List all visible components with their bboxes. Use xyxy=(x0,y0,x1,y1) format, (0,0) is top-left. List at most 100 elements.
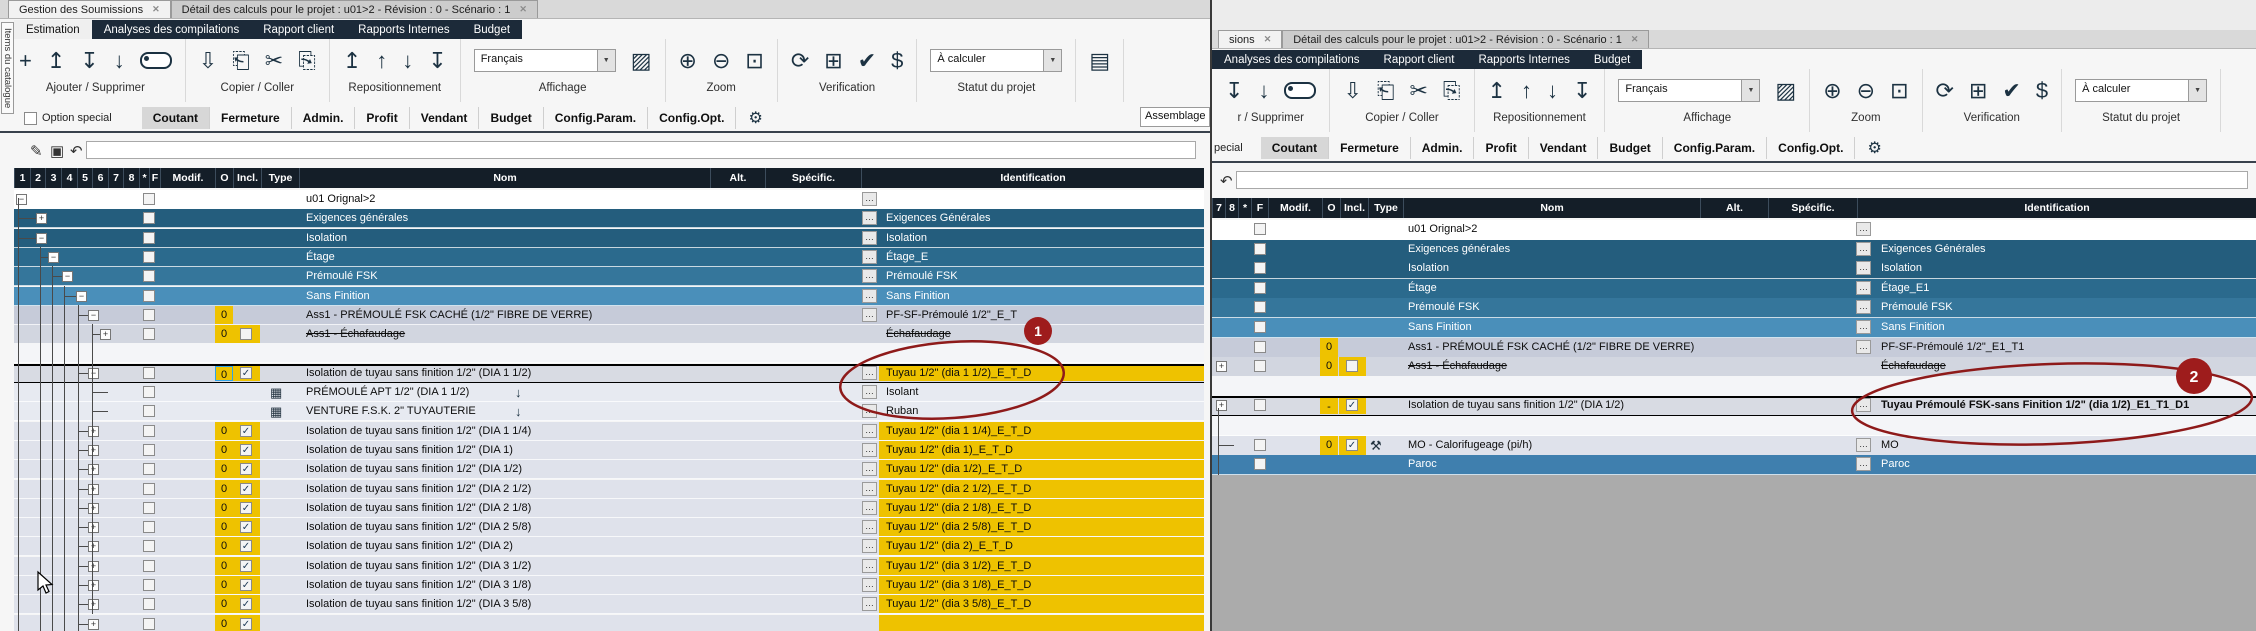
o-value-cell[interactable]: 0 xyxy=(215,480,233,498)
column-header-f[interactable]: F xyxy=(1251,198,1268,218)
dollar-icon[interactable]: $ xyxy=(2036,80,2048,102)
table-row[interactable] xyxy=(14,248,1204,267)
row-checkbox[interactable] xyxy=(1254,360,1266,372)
section-button-admin-[interactable]: Admin. xyxy=(292,107,356,129)
section-button-budget[interactable]: Budget xyxy=(479,107,543,129)
ellipsis-button[interactable]: … xyxy=(862,250,877,264)
table-row[interactable] xyxy=(14,267,1204,286)
row-checkbox[interactable] xyxy=(143,193,155,205)
delete-icon[interactable]: ↓ xyxy=(1258,80,1269,102)
section-button-coutant[interactable]: Coutant xyxy=(1261,137,1329,159)
incl-checkbox[interactable]: ✓ xyxy=(240,540,252,552)
image-icon[interactable]: ▨ xyxy=(1775,80,1796,102)
ellipsis-button[interactable]: … xyxy=(862,578,877,592)
o-value-cell[interactable]: 0 xyxy=(215,595,233,613)
nav-tab-analyses-des-compilations[interactable]: Analyses des compilations xyxy=(1212,50,1372,69)
o-value-cell[interactable]: 0 xyxy=(215,537,233,555)
column-header-5[interactable]: 5 xyxy=(77,168,92,188)
row-checkbox[interactable] xyxy=(1254,282,1266,294)
toggle-icon[interactable] xyxy=(140,52,172,69)
zoom-out-icon[interactable]: ⊖ xyxy=(1857,80,1875,102)
ellipsis-button[interactable]: … xyxy=(862,559,877,573)
section-button-fermeture[interactable]: Fermeture xyxy=(1329,137,1411,159)
incl-checkbox[interactable]: ✓ xyxy=(240,521,252,533)
paste-icon[interactable]: ⎘ xyxy=(298,50,316,72)
close-icon[interactable]: ✕ xyxy=(1264,34,1272,45)
incl-checkbox[interactable]: ✓ xyxy=(1346,439,1358,451)
column-header-o[interactable]: O xyxy=(215,168,233,188)
tree-expander[interactable]: + xyxy=(88,561,99,572)
ellipsis-button[interactable]: … xyxy=(1856,222,1871,236)
column-header-incl-[interactable]: Incl. xyxy=(1340,198,1368,218)
ellipsis-button[interactable]: … xyxy=(1856,300,1871,314)
row-checkbox[interactable] xyxy=(143,444,155,456)
window-tab[interactable]: sions✕ xyxy=(1218,30,1282,48)
ellipsis-button[interactable]: … xyxy=(862,424,877,438)
row-checkbox[interactable] xyxy=(1254,243,1266,255)
section-button-config-param-[interactable]: Config.Param. xyxy=(544,107,648,129)
o-value-cell[interactable]: 0 xyxy=(215,460,233,478)
tree-expander[interactable]: + xyxy=(88,484,99,495)
ellipsis-button[interactable]: … xyxy=(1856,398,1871,412)
o-value-cell[interactable]: 0 xyxy=(215,422,233,440)
incl-checkbox[interactable] xyxy=(240,328,252,340)
check-icon[interactable]: ✔ xyxy=(858,50,876,72)
project-status-select[interactable]: À calculer▼ xyxy=(2075,79,2207,102)
o-value-cell[interactable]: 0 xyxy=(1320,338,1338,357)
table-row[interactable] xyxy=(1212,377,2256,397)
row-checkbox[interactable] xyxy=(143,309,155,321)
move-down-icon[interactable]: ↓ xyxy=(402,50,413,72)
section-button-profit[interactable]: Profit xyxy=(1474,137,1528,159)
edit-input[interactable] xyxy=(1236,171,2248,189)
o-value-cell[interactable]: 0 xyxy=(1320,357,1338,376)
ellipsis-button[interactable]: … xyxy=(862,539,877,553)
column-header-3[interactable]: 3 xyxy=(45,168,61,188)
section-button-fermeture[interactable]: Fermeture xyxy=(210,107,292,129)
chevron-down-icon[interactable]: ▼ xyxy=(1741,80,1759,101)
ellipsis-button[interactable]: … xyxy=(1856,242,1871,256)
chevron-down-icon[interactable]: ▼ xyxy=(597,50,615,71)
edit-input[interactable] xyxy=(86,141,1196,159)
ellipsis-button[interactable]: … xyxy=(862,366,877,380)
table-row[interactable] xyxy=(14,306,1204,325)
row-checkbox[interactable] xyxy=(1254,301,1266,313)
undo-icon[interactable]: ↶ xyxy=(70,142,83,160)
row-checkbox[interactable] xyxy=(143,502,155,514)
ellipsis-button[interactable]: … xyxy=(862,520,877,534)
move-bottom-icon[interactable]: ↧ xyxy=(1573,80,1591,102)
tree-expander[interactable]: + xyxy=(88,599,99,610)
catalog-items-tab[interactable]: Items du catalogue xyxy=(1,22,14,114)
add-icon[interactable]: + xyxy=(19,50,32,72)
row-checkbox[interactable] xyxy=(1254,223,1266,235)
row-checkbox[interactable] xyxy=(143,290,155,302)
ellipsis-button[interactable]: … xyxy=(862,269,877,283)
column-header--[interactable]: * xyxy=(139,168,149,188)
nav-tab-rapports-internes[interactable]: Rapports Internes xyxy=(1466,50,1581,69)
column-header-4[interactable]: 4 xyxy=(61,168,77,188)
o-value-cell[interactable]: 0 xyxy=(1320,436,1338,455)
move-bottom-icon[interactable]: ↧ xyxy=(428,50,446,72)
table-row[interactable] xyxy=(1212,357,2256,377)
table-row[interactable] xyxy=(14,325,1204,344)
zoom-fit-icon[interactable]: ⊡ xyxy=(1890,80,1908,102)
row-checkbox[interactable] xyxy=(143,425,155,437)
ellipsis-button[interactable]: … xyxy=(1856,457,1871,471)
ellipsis-button[interactable]: … xyxy=(1856,281,1871,295)
dollar-icon[interactable]: $ xyxy=(891,50,903,72)
copy-icon[interactable]: ⎗ xyxy=(1377,80,1395,102)
tree-expander[interactable]: − xyxy=(88,368,99,379)
incl-checkbox[interactable]: ✓ xyxy=(240,463,252,475)
paste-icon[interactable]: ⎘ xyxy=(1443,80,1461,102)
chevron-down-icon[interactable]: ▼ xyxy=(1043,50,1061,71)
gear-icon[interactable]: ⚙ xyxy=(1855,136,1893,160)
column-header-modif-[interactable]: Modif. xyxy=(160,168,215,188)
o-value-cell[interactable]: 0 xyxy=(215,325,233,343)
column-header-6[interactable]: 6 xyxy=(92,168,108,188)
zoom-in-icon[interactable]: ⊕ xyxy=(679,50,697,72)
o-value-cell[interactable]: 0 xyxy=(215,576,233,594)
incl-checkbox[interactable]: ✓ xyxy=(240,618,252,630)
column-header-1[interactable]: 1 xyxy=(14,168,30,188)
close-icon[interactable]: ✕ xyxy=(519,4,527,15)
project-status-select[interactable]: À calculer▼ xyxy=(930,49,1062,72)
row-checkbox[interactable] xyxy=(143,270,155,282)
